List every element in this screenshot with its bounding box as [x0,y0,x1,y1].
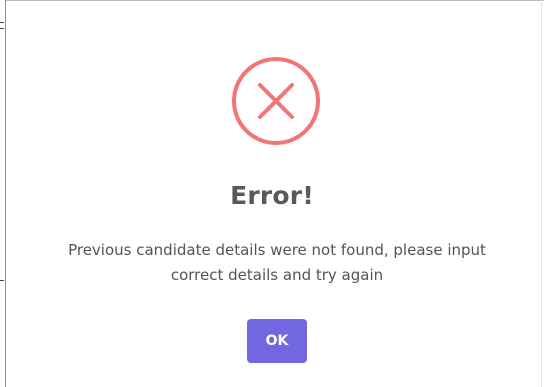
edge-mark [0,22,5,32]
dialog-message: Previous candidate details were not foun… [30,238,524,288]
dialog-message-line: correct details and try again [170,266,384,284]
error-dialog: Error! Previous candidate details were n… [0,0,544,387]
ok-button[interactable]: OK [247,319,307,363]
window-border-top [5,0,544,1]
error-x-circle-icon [232,57,320,145]
dialog-title: Error! [230,181,314,210]
edge-mark [0,280,5,290]
dialog-message-line: Previous candidate details were not foun… [68,241,486,259]
